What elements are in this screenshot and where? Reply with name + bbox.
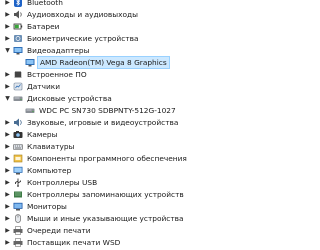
tree-item-print-queues[interactable]: ▶ Очереди печати [0,225,250,236]
tree-item-label: Компьютер [27,166,72,175]
sound-icon [13,118,23,127]
expand-arrow-icon[interactable]: ▶ [4,177,11,188]
expand-arrow-icon[interactable]: ▶ [4,9,11,20]
expand-arrow-icon[interactable]: ▶ [4,129,11,140]
usb-controller-icon [13,178,23,187]
tree-item-biometric[interactable]: ▶ Биометрические устройства [0,33,250,44]
tree-item-keyboards[interactable]: ▶ Клавиатуры [0,141,250,152]
display-adapter-icon [25,58,35,67]
expand-arrow-icon[interactable]: ▶ [4,165,11,176]
storage-controller-icon [13,190,23,199]
expand-arrow-icon[interactable]: ▶ [4,189,11,200]
monitor-icon [13,202,23,211]
expand-arrow-icon[interactable]: ▶ [4,69,11,80]
expand-arrow-icon[interactable]: ▶ [4,0,11,8]
tree-item-label: Звуковые, игровые и видеоустройства [27,118,179,127]
tree-item-label: Встроенное ПО [27,70,87,79]
keyboard-icon [13,142,23,151]
tree-item-storage-controllers[interactable]: ▶ Контроллеры запоминающих устройств [0,189,250,200]
expand-arrow-icon[interactable]: ▶ [4,21,11,32]
tree-item-label: WDC PC SN730 SDBPNTY-512G-1027 [39,106,176,115]
disk-drive-icon [13,94,23,103]
expand-arrow-icon[interactable]: ▶ [4,117,11,128]
bluetooth-icon [13,0,23,7]
audio-io-icon [13,10,23,19]
expand-arrow-icon[interactable]: ▶ [4,213,11,224]
tree-item-label: Bluetooth [27,0,63,7]
expand-arrow-icon[interactable]: ▶ [4,225,11,236]
tree-item-label: Компоненты программного обеспечения [27,154,187,163]
tree-item-mice[interactable]: ▶ Мыши и иные указывающие устройства [0,213,250,224]
expand-arrow-icon[interactable]: ▶ [4,33,11,44]
tree-item-disk-drives[interactable]: ▼ Дисковые устройства [0,93,250,104]
expand-arrow-icon[interactable]: ▶ [4,153,11,164]
tree-item-label: Поставщик печати WSD [27,238,121,247]
tree-item-wdc-disk[interactable]: WDC PC SN730 SDBPNTY-512G-1027 [0,105,250,116]
expand-arrow-icon[interactable]: ▶ [4,141,11,152]
disk-drive-icon [25,106,35,115]
tree-item-bluetooth[interactable]: ▶ Bluetooth [0,0,250,8]
biometric-icon [13,34,23,43]
tree-item-label: Контроллеры запоминающих устройств [27,190,184,199]
tree-item-label: Клавиатуры [27,142,75,151]
collapse-arrow-icon[interactable]: ▼ [4,93,11,104]
tree-item-sensors[interactable]: ▶ Датчики [0,81,250,92]
tree-item-label: Мониторы [27,202,67,211]
tree-item-label: Батареи [27,22,60,31]
tree-item-batteries[interactable]: ▶ Батареи [0,21,250,32]
display-adapter-icon [13,46,23,55]
software-component-icon [13,154,23,163]
tree-item-audio-io[interactable]: ▶ Аудиовходы и аудиовыходы [0,9,250,20]
tree-item-label: AMD Radeon(TM) Vega 8 Graphics [37,56,170,69]
sensor-icon [13,82,23,91]
expand-arrow-icon[interactable]: ▶ [4,201,11,212]
tree-item-display-adapters[interactable]: ▼ Видеоадаптеры [0,45,250,56]
mouse-icon [13,214,23,223]
tree-item-amd-radeon[interactable]: AMD Radeon(TM) Vega 8 Graphics [0,56,250,69]
tree-item-label: Очереди печати [27,226,91,235]
tree-item-label: Камеры [27,130,58,139]
collapse-arrow-icon[interactable]: ▼ [4,45,11,56]
camera-icon [13,130,23,139]
expand-arrow-icon[interactable]: ▶ [4,237,11,248]
print-queue-icon [13,226,23,235]
tree-item-label: Биометрические устройства [27,34,139,43]
firmware-icon [13,70,23,79]
tree-item-label: Дисковые устройства [27,94,112,103]
expand-arrow-icon[interactable]: ▶ [4,81,11,92]
tree-item-label: Контроллеры USB [27,178,98,187]
tree-item-usb-controllers[interactable]: ▶ Контроллеры USB [0,177,250,188]
tree-item-label: Аудиовходы и аудиовыходы [27,10,138,19]
battery-icon [13,22,23,31]
tree-item-software-components[interactable]: ▶ Компоненты программного обеспечения [0,153,250,164]
tree-item-computer[interactable]: ▶ Компьютер [0,165,250,176]
tree-item-sound-video-game[interactable]: ▶ Звуковые, игровые и видеоустройства [0,117,250,128]
computer-icon [13,166,23,175]
tree-item-label: Мыши и иные указывающие устройства [27,214,184,223]
tree-item-wsd-print-provider[interactable]: ▶ Поставщик печати WSD [0,237,250,248]
tree-item-monitors[interactable]: ▶ Мониторы [0,201,250,212]
tree-item-label: Видеоадаптеры [27,46,90,55]
tree-item-cameras[interactable]: ▶ Камеры [0,129,250,140]
tree-item-label: Датчики [27,82,61,91]
device-manager-tree: ▶ Bluetooth ▶ Аудиовходы и аудиовыходы ▶… [0,0,250,250]
tree-item-firmware[interactable]: ▶ Встроенное ПО [0,69,250,80]
printer-icon [13,238,23,247]
